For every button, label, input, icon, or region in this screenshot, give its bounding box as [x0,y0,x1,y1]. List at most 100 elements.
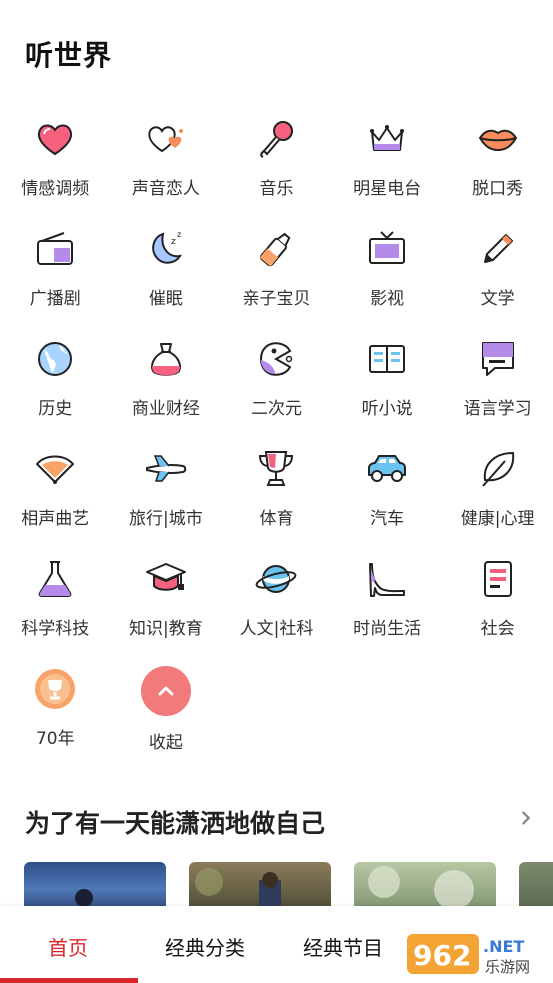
category-label: 旅行|城市 [129,509,203,529]
category-label: 催眠 [148,289,183,309]
moon-icon: zz [143,226,189,272]
fan-icon [32,446,78,492]
category-item-science[interactable]: 科学科技 [0,550,111,660]
category-item-education[interactable]: 知识|教育 [111,550,222,660]
double-heart-icon [143,116,189,162]
category-item-health[interactable]: 健康|心理 [442,440,553,550]
section-title: 为了有一天能潇洒地做自己 [25,809,326,838]
category-item-auto[interactable]: 汽车 [332,440,443,550]
baby-bottle-icon [253,226,299,272]
collapse-label: 收起 [148,733,183,753]
planet-icon [253,556,299,602]
leaf-icon [475,446,521,492]
category-item-history[interactable]: 历史 [0,330,111,440]
category-label: 亲子宝贝 [242,289,311,309]
category-item-film-tv[interactable]: 影视 [332,220,443,330]
tab-home[interactable]: 首页 [48,932,88,961]
category-label: 相声曲艺 [21,509,90,529]
category-label: 时尚生活 [353,619,422,639]
document-icon [475,556,521,602]
airplane-icon [143,446,189,492]
program-thumbnail-row [24,862,553,912]
category-label: 广播剧 [29,289,81,309]
category-item-humanities[interactable]: 人文|社科 [221,550,332,660]
category-item-parenting[interactable]: 亲子宝贝 [221,220,332,330]
category-label: 二次元 [250,399,302,419]
flask-icon [32,556,78,602]
category-item-anime[interactable]: 二次元 [221,330,332,440]
category-label: 商业财经 [131,399,200,419]
chevron-up-icon[interactable] [140,666,191,716]
category-label: 明星电台 [353,179,422,199]
program-thumbnail[interactable] [354,862,496,912]
microphone-icon [253,116,299,162]
category-grid: 情感调频 声音恋人 音乐 明星电台 脱口秀 广播剧 zz 催眠 亲子宝贝 影视 … [0,110,553,770]
program-thumbnail[interactable] [24,862,166,912]
category-label: 科学科技 [21,619,90,639]
graduation-cap-icon [143,556,189,602]
high-heel-icon [364,556,410,602]
category-label: 人文|社科 [239,619,314,639]
category-item-70-years[interactable]: 70年 [0,660,111,770]
category-item-crosstalk[interactable]: 相声曲艺 [0,440,111,550]
watermark-suffix: .NET [483,937,524,956]
category-item-literature[interactable]: 文学 [442,220,553,330]
radio-icon [32,226,78,272]
category-label: 健康|心理 [460,509,535,529]
program-thumbnail[interactable] [189,862,331,912]
category-label: 音乐 [259,179,294,199]
car-icon [364,446,410,492]
category-item-star-radio[interactable]: 明星电台 [332,110,443,220]
money-bag-icon [143,336,189,382]
trophy-icon [253,446,299,492]
category-label: 历史 [38,399,73,419]
category-item-business[interactable]: 商业财经 [111,330,222,440]
category-label: 70年 [35,729,75,749]
category-label: 汽车 [370,509,405,529]
category-label: 影视 [370,289,405,309]
watermark-cn: 乐游网 [485,958,530,976]
category-label: 语言学习 [463,399,532,419]
medal-icon [32,666,78,712]
chevron-right-icon[interactable] [517,808,535,832]
crown-icon [364,116,410,162]
category-label: 社会 [480,619,515,639]
category-item-travel[interactable]: 旅行|城市 [111,440,222,550]
globe-icon [32,336,78,382]
category-item-language[interactable]: 语言学习 [442,330,553,440]
category-item-fashion[interactable]: 时尚生活 [332,550,443,660]
pencil-icon [475,226,521,272]
tv-icon [364,226,410,272]
svg-text:z: z [177,230,181,239]
tab-classic-programs[interactable]: 经典节目 [303,932,383,961]
category-label: 情感调频 [21,179,90,199]
pacman-icon [253,336,299,382]
category-item-sports[interactable]: 体育 [221,440,332,550]
category-label: 脱口秀 [472,179,524,199]
page-title: 听世界 [25,39,113,72]
program-thumbnail[interactable] [519,862,553,912]
category-label: 体育 [259,509,294,529]
watermark-digits: 962 [413,939,471,972]
active-tab-indicator [0,978,138,983]
category-item-hypnosis[interactable]: zz 催眠 [111,220,222,330]
watermark-logo: 962 .NET 乐游网 [407,930,545,978]
collapse-button[interactable]: 收起 [111,660,222,770]
category-label: 声音恋人 [131,179,200,199]
book-icon [364,336,410,382]
category-item-novel[interactable]: 听小说 [332,330,443,440]
tab-classic-categories[interactable]: 经典分类 [165,932,245,961]
category-item-emotion[interactable]: 情感调频 [0,110,111,220]
svg-text:z: z [171,237,176,247]
lips-icon [475,116,521,162]
category-label: 文学 [480,289,515,309]
category-label: 知识|教育 [129,619,203,639]
category-item-talk-show[interactable]: 脱口秀 [442,110,553,220]
category-item-radio-drama[interactable]: 广播剧 [0,220,111,330]
heart-icon [32,116,78,162]
category-label: 听小说 [361,399,413,419]
category-item-music[interactable]: 音乐 [221,110,332,220]
speech-bubble-icon [475,336,521,382]
category-item-society[interactable]: 社会 [442,550,553,660]
category-item-voice-lover[interactable]: 声音恋人 [111,110,222,220]
